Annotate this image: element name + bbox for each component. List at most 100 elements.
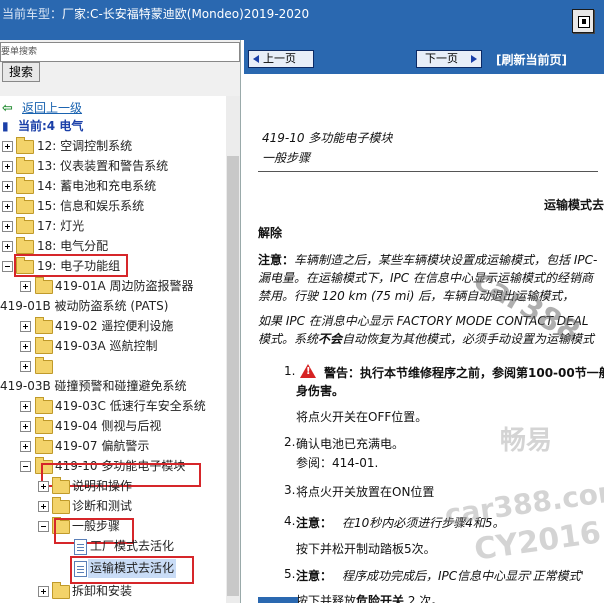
step-1-number: 1. <box>284 364 296 378</box>
step-5-text-a: 按下并释放 <box>296 594 357 603</box>
bottom-marker <box>258 597 298 603</box>
next-page-button[interactable]: 下一页 <box>416 50 482 68</box>
left-tree-panel: 要单搜索 搜索 ⇦ 返回上一级 ▮ 当前:4 电气 12: 空调控制系统 13:… <box>0 40 241 603</box>
expand-icon[interactable] <box>2 161 13 172</box>
expand-icon[interactable] <box>20 401 31 412</box>
step-5-note: 注意： 程序成功完成后，IPC信息中心显示'正常模式' <box>296 567 584 584</box>
document-content: 419-10 多功能电子模块 一般步骤 运输模式去 解除 注意：车辆制造之后，某… <box>244 74 604 603</box>
step-4-number: 4. <box>284 514 296 528</box>
tree-item-label: 14: 蓄电池和充电系统 <box>37 179 157 193</box>
tree-item-label: 12: 空调控制系统 <box>37 139 133 153</box>
highlight-box <box>70 556 194 584</box>
document-icon <box>74 539 87 555</box>
expand-icon[interactable] <box>2 201 13 212</box>
restore-window-button[interactable] <box>572 9 594 33</box>
expand-icon[interactable] <box>20 421 31 432</box>
step-2-number: 2. <box>284 435 296 449</box>
step-4-text: 按下并松开制动踏板5次。 <box>296 542 436 556</box>
folder-icon <box>16 137 34 154</box>
search-label: 要单搜索 <box>1 47 38 57</box>
prev-page-button[interactable]: 上一页 <box>248 50 314 68</box>
window-title: 当前车型：厂家:C-长安福特蒙迪欧(Mondeo)2019-2020 <box>2 5 309 22</box>
folder-icon <box>52 582 70 599</box>
step-1-warning-cont: 身伤害。 <box>296 384 345 398</box>
folder-icon <box>35 337 53 354</box>
scrollbar-thumb[interactable] <box>227 156 239 596</box>
next-page-label: 下一页 <box>425 52 458 65</box>
folder-icon <box>35 417 53 434</box>
book-icon: ▮ <box>2 119 9 133</box>
tree-item-label: 419-03C 低速行车安全系统 <box>55 399 206 413</box>
expand-icon[interactable] <box>20 321 31 332</box>
collapse-icon[interactable] <box>20 461 31 472</box>
refresh-link[interactable]: [刷新当前页] <box>496 51 567 68</box>
tree-item-label: 419-03B 碰撞预警和碰撞避免系统 <box>0 379 187 393</box>
expand-icon[interactable] <box>38 501 49 512</box>
step-1-warning: 警告：执行本节维修程序之前，参阅第100-00节一般 <box>324 366 604 380</box>
folder-icon <box>35 277 53 294</box>
tree-item-label: 说明和操作 <box>72 479 133 493</box>
document-panel: 上一页 下一页 [刷新当前页] 419-10 多功能电子模块 一般步骤 运输模式… <box>244 40 604 603</box>
vehicle-model: 厂家:C-长安福特蒙迪欧(Mondeo)2019-2020 <box>62 7 310 21</box>
tree-item-label: 17: 灯光 <box>37 219 85 233</box>
tree-scrollbar[interactable] <box>226 96 240 603</box>
step-2-text: 确认电池已充满电。 <box>296 437 405 451</box>
step-4-note-label: 注意： <box>296 516 333 530</box>
search-button[interactable]: 搜索 <box>2 62 40 82</box>
note-text: 车辆制造之后，某些车辆模块设置成运输模式，包括 IPC- <box>294 253 598 267</box>
expand-icon[interactable] <box>2 141 13 152</box>
expand-icon[interactable] <box>20 441 31 452</box>
heading-disable: 解除 <box>258 226 283 240</box>
tree-item-label: 13: 仪表装置和警告系统 <box>37 159 169 173</box>
tree-item-label: 419-03A 巡航控制 <box>55 339 158 353</box>
section-title: 419-10 多功能电子模块 <box>262 131 393 145</box>
divider <box>258 171 598 172</box>
note-label: 注意： <box>258 253 295 267</box>
title-label: 当前车型： <box>2 7 63 21</box>
expand-icon[interactable] <box>20 361 31 372</box>
expand-icon[interactable] <box>2 221 13 232</box>
expand-icon[interactable] <box>2 241 13 252</box>
current-category: 当前:4 电气 <box>18 119 84 133</box>
expand-icon[interactable] <box>38 481 49 492</box>
folder-icon <box>35 437 53 454</box>
search-header: 要单搜索 搜索 <box>0 40 240 96</box>
tree-item-label: 419-01B 被动防盗系统 (PATS) <box>0 299 169 313</box>
tree-item-label: 诊断和测试 <box>72 499 133 513</box>
note2-bold: 不会 <box>318 332 343 346</box>
window-title-bar: 当前车型：厂家:C-长安福特蒙迪欧(Mondeo)2019-2020 <box>0 0 604 40</box>
expand-icon[interactable] <box>20 281 31 292</box>
back-link[interactable]: 返回上一级 <box>22 99 82 118</box>
next-arrow-icon <box>471 55 477 63</box>
expand-icon[interactable] <box>38 586 49 597</box>
folder-icon <box>35 357 53 374</box>
document-toolbar: 上一页 下一页 [刷新当前页] <box>244 40 604 74</box>
tree-item-label: 工厂模式去活化 <box>90 539 175 553</box>
collapse-icon[interactable] <box>38 521 49 532</box>
highlight-box <box>14 254 128 277</box>
step-5-text: 按下并释放危险开关 2 次。 <box>296 592 443 603</box>
watermark-text: 畅易 <box>500 426 553 456</box>
step-3-number: 3. <box>284 483 296 497</box>
tree-item-label: 419-02 遥控便利设施 <box>55 319 174 333</box>
category-tree: ⇦ 返回上一级 ▮ 当前:4 电气 12: 空调控制系统 13: 仪表装置和警告… <box>0 96 226 603</box>
step-5-text-b: 2 次。 <box>404 594 444 603</box>
folder-icon <box>35 317 53 334</box>
folder-icon <box>16 217 34 234</box>
step-5-note-text: 程序成功完成后，IPC信息中心显示'正常模式' <box>342 569 584 583</box>
tree-item-label: 15: 信息和娱乐系统 <box>37 199 145 213</box>
back-arrow-icon: ⇦ <box>2 101 13 116</box>
expand-icon[interactable] <box>20 341 31 352</box>
collapse-icon[interactable] <box>2 261 13 272</box>
tree-item-label: 419-04 侧视与后视 <box>55 419 162 433</box>
step-3-text: 将点火开关放置在ON位置 <box>296 485 435 499</box>
prev-arrow-icon <box>253 55 259 63</box>
step-5-number: 5. <box>284 567 296 581</box>
note2-text-a: 模式。系统 <box>258 332 319 346</box>
step-5-note-label: 注意： <box>296 569 333 583</box>
folder-icon <box>16 177 34 194</box>
folder-icon <box>52 477 70 494</box>
folder-icon <box>16 237 34 254</box>
tree-item-label: 拆卸和安装 <box>72 584 133 598</box>
expand-icon[interactable] <box>2 181 13 192</box>
